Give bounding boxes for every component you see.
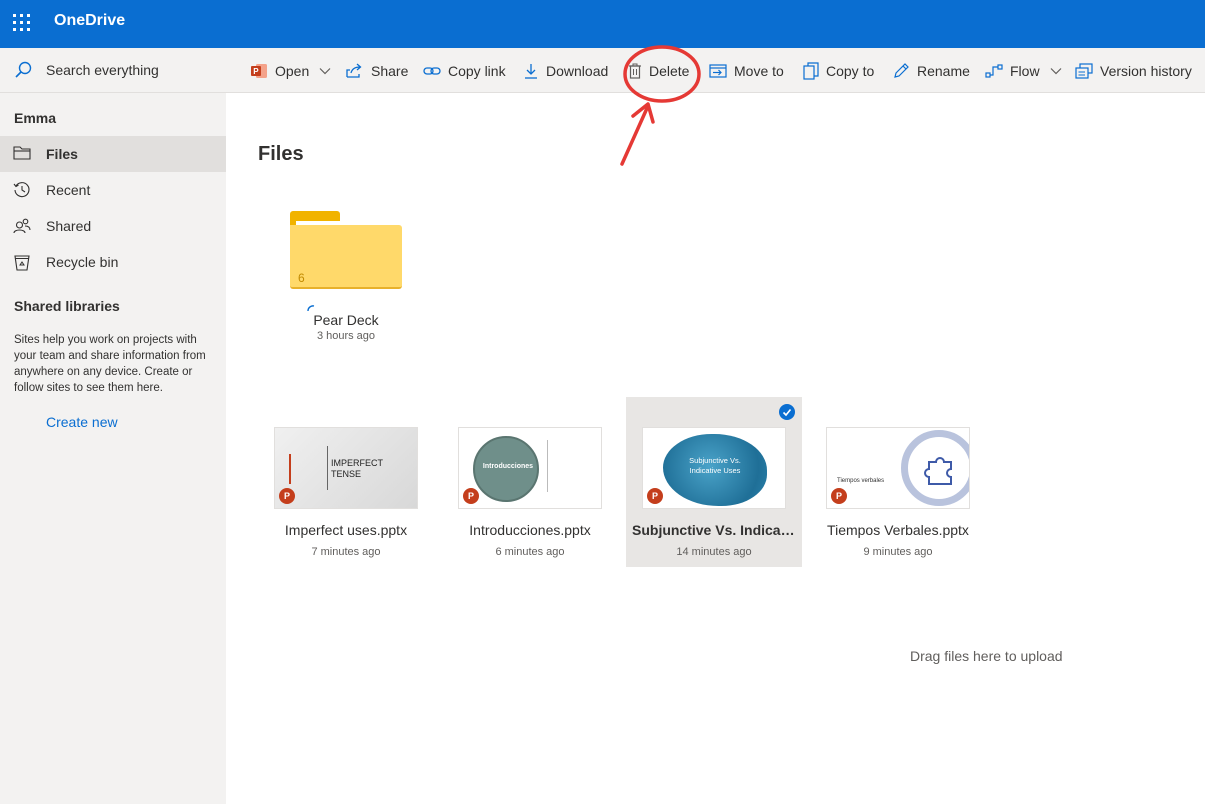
download-button[interactable]: Download — [523, 48, 608, 93]
version-history-label: Version history — [1100, 62, 1192, 79]
flow-label: Flow — [1010, 62, 1040, 79]
folder-tile[interactable]: 6 — [290, 211, 402, 293]
app-title[interactable]: OneDrive — [54, 12, 125, 30]
folder-icon — [13, 146, 31, 160]
file-thumbnail: Subjunctive Vs. Indicative Uses P — [642, 427, 786, 509]
recycle-bin-icon — [14, 255, 30, 271]
sidebar-item-recent[interactable]: Recent — [0, 172, 226, 208]
page-title: Files — [258, 143, 304, 165]
share-label: Share — [371, 62, 409, 79]
file-modified: 9 minutes ago — [863, 546, 933, 558]
left-nav: Emma Files Recent Shared Recycle bin Sha… — [0, 93, 226, 804]
powerpoint-icon: P — [463, 488, 479, 504]
people-icon — [13, 218, 31, 234]
sidebar-item-shared[interactable]: Shared — [0, 208, 226, 244]
pencil-icon — [894, 63, 909, 78]
sidebar-item-recycle-bin[interactable]: Recycle bin — [0, 244, 226, 280]
file-thumbnail: Introducciones P — [458, 427, 602, 509]
shared-libraries-heading: Shared libraries — [14, 298, 120, 314]
rename-label: Rename — [917, 62, 970, 79]
folder-modified: 3 hours ago — [316, 330, 376, 342]
search-input[interactable]: Search everything — [46, 62, 159, 78]
link-icon — [423, 66, 441, 75]
version-history-button[interactable]: Version history — [1075, 48, 1192, 93]
rename-button[interactable]: Rename — [893, 48, 970, 93]
share-button[interactable]: Share — [346, 48, 408, 93]
version-history-icon — [1075, 62, 1093, 79]
open-label: Open — [275, 62, 310, 79]
copy-to-label: Copy to — [826, 62, 875, 79]
file-name[interactable]: Subjunctive Vs. Indicati... — [626, 522, 802, 538]
trash-icon — [629, 63, 641, 79]
thumbnail-text: Introducciones — [482, 463, 534, 470]
main-content: Files 6 Pear Deck 3 hours ago IMPERFECT … — [226, 93, 1205, 804]
powerpoint-icon: P — [831, 488, 847, 504]
app-launcher-icon[interactable] — [13, 14, 31, 32]
powerpoint-icon: P — [251, 63, 267, 78]
search-box[interactable]: Search everything — [0, 48, 226, 93]
search-icon — [15, 61, 32, 78]
powerpoint-icon: P — [647, 488, 663, 504]
thumbnail-text: IMPERFECT TENSE — [331, 458, 383, 479]
copy-link-label: Copy link — [448, 62, 506, 79]
create-new-link[interactable]: Create new — [46, 414, 118, 430]
share-icon — [346, 63, 362, 78]
thumbnail-text: Tiempos verbales — [837, 478, 885, 484]
copy-to-button[interactable]: Copy to — [803, 48, 874, 93]
sidebar-item-label: Recycle bin — [46, 254, 119, 270]
chevron-down-icon — [1050, 67, 1061, 74]
file-modified: 6 minutes ago — [495, 546, 565, 558]
copy-icon — [803, 61, 819, 80]
delete-label: Delete — [649, 62, 690, 79]
user-name: Emma — [14, 110, 57, 126]
powerpoint-icon: P — [279, 488, 295, 504]
thumbnail-text: Subjunctive Vs. Indicative Uses — [689, 456, 741, 475]
copy-link-button[interactable]: Copy link — [423, 48, 506, 93]
sidebar-item-label: Files — [46, 146, 78, 162]
drag-upload-hint: Drag files here to upload — [910, 648, 1063, 664]
sidebar-item-label: Recent — [46, 182, 91, 198]
folder-item-count: 6 — [298, 271, 305, 285]
sidebar-item-files[interactable]: Files — [0, 136, 226, 172]
file-thumbnail: Tiempos verbales P — [826, 427, 970, 509]
puzzle-icon — [924, 457, 952, 485]
flow-button[interactable]: Flow — [985, 48, 1062, 93]
command-bar: Search everything P Open Share Copy link… — [0, 48, 1205, 93]
svg-text:P: P — [253, 67, 259, 76]
file-modified: 7 minutes ago — [311, 546, 381, 558]
folder-name[interactable]: Pear Deck — [246, 312, 446, 328]
download-icon — [525, 63, 537, 79]
clock-icon — [13, 182, 30, 198]
file-tile-selected[interactable]: Subjunctive Vs. Indicative Uses P Subjun… — [626, 397, 802, 567]
shared-libraries-description: Sites help you work on projects with you… — [14, 334, 206, 394]
file-thumbnail: IMPERFECT TENSE P — [274, 427, 418, 509]
chevron-down-icon — [319, 67, 331, 74]
open-button[interactable]: P Open — [250, 48, 331, 93]
file-name[interactable]: Introducciones.pptx — [442, 522, 618, 538]
move-to-label: Move to — [734, 62, 784, 79]
flow-icon — [985, 63, 1003, 78]
move-icon — [709, 63, 727, 78]
file-name[interactable]: Imperfect uses.pptx — [258, 522, 434, 538]
file-modified: 14 minutes ago — [676, 546, 752, 558]
move-to-button[interactable]: Move to — [709, 48, 784, 93]
download-label: Download — [546, 62, 609, 79]
file-tile[interactable]: Introducciones P Introducciones.pptx 6 m… — [442, 397, 618, 567]
checkmark-icon[interactable] — [779, 404, 795, 420]
file-tile[interactable]: IMPERFECT TENSE P Imperfect uses.pptx 7 … — [258, 397, 434, 567]
sidebar-item-label: Shared — [46, 218, 92, 234]
delete-button[interactable]: Delete — [628, 48, 689, 93]
top-bar: OneDrive — [0, 0, 1205, 48]
file-name[interactable]: Tiempos Verbales.pptx — [810, 522, 986, 538]
file-tile[interactable]: Tiempos verbales P Tiempos Verbales.pptx… — [810, 397, 986, 567]
